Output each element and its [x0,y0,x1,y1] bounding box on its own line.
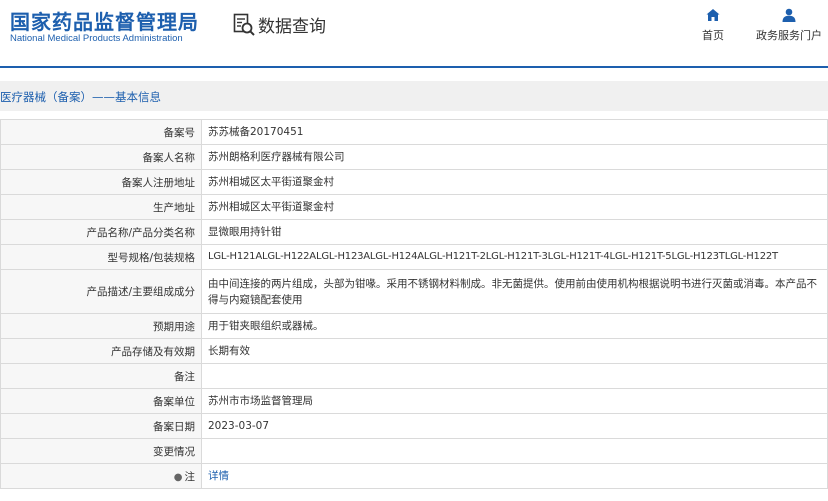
row-label: 预期用途 [0,313,202,339]
table-row: 预期用途 用于钳夹眼组织或器械。 [0,313,828,339]
table-row: 备案人名称 苏州朗格利医疗器械有限公司 [0,144,828,170]
row-value: 2023-03-07 [201,413,828,439]
row-label: 备案日期 [0,413,202,439]
basic-info-table: 备案号 苏苏械备20170451 备案人名称 苏州朗格利医疗器械有限公司 备案人… [0,119,828,489]
logo-title[interactable]: 国家药品监督管理局 [10,6,199,35]
data-query-label: 数据查询 [258,17,326,37]
home-icon [706,9,720,21]
row-label: 生产地址 [0,194,202,220]
site-header: 国家药品监督管理局 National Medical Products Admi… [0,0,828,68]
row-value: 苏州朗格利医疗器械有限公司 [201,144,828,170]
row-label: 注 [184,470,196,483]
table-row: 备案号 苏苏械备20170451 [0,119,828,145]
table-row: 备案单位 苏州市市场监督管理局 [0,388,828,414]
row-label: 备注 [0,363,202,389]
table-row: 变更情况 [0,438,828,464]
nav-home-link[interactable]: 首页 [700,8,726,43]
table-row: ● 注 详情 [0,463,828,489]
row-label: 产品描述/主要组成成分 [0,269,202,314]
user-icon [782,8,796,22]
nav-service-portal-link[interactable]: 政务服务门户 [756,8,822,43]
row-label: 备案人名称 [0,144,202,170]
row-value: 由中间连接的两片组成，头部为钳喙。采用不锈钢材料制成。非无菌提供。使用前由使用机… [201,269,828,314]
row-value: 显微眼用持针钳 [201,219,828,245]
table-row: 型号规格/包装规格 LGL-H121ALGL-H122ALGL-H123ALGL… [0,244,828,270]
row-value [201,363,828,389]
row-value [201,438,828,464]
row-label: 型号规格/包装规格 [0,244,202,270]
row-value: 用于钳夹眼组织或器械。 [201,313,828,339]
table-row: 产品存储及有效期 长期有效 [0,338,828,364]
row-label: 备案号 [0,119,202,145]
table-row: 产品名称/产品分类名称 显微眼用持针钳 [0,219,828,245]
row-label: 变更情况 [0,438,202,464]
table-row: 备注 [0,363,828,389]
row-label: 产品存储及有效期 [0,338,202,364]
row-value: 苏苏械备20170451 [201,119,828,145]
table-row: 生产地址 苏州相城区太平街道聚金村 [0,194,828,220]
row-value: 苏州相城区太平街道聚金村 [201,169,828,195]
row-label: 产品名称/产品分类名称 [0,219,202,245]
details-link[interactable]: 详情 [201,463,828,489]
note-label-cell: ● 注 [0,463,202,489]
search-document-icon [233,13,255,36]
row-value: 长期有效 [201,338,828,364]
breadcrumb: 医疗器械（备案）——基本信息 [0,81,828,111]
row-label: 备案人注册地址 [0,169,202,195]
table-row: 产品描述/主要组成成分 由中间连接的两片组成，头部为钳喙。采用不锈钢材料制成。非… [0,269,828,314]
table-row: 备案日期 2023-03-07 [0,413,828,439]
row-value: 苏州相城区太平街道聚金村 [201,194,828,220]
nav-home-label: 首页 [702,29,724,42]
row-label: 备案单位 [0,388,202,414]
row-value: 苏州市市场监督管理局 [201,388,828,414]
logo-subtitle: National Medical Products Administration [10,33,183,44]
nav-service-label: 政务服务门户 [756,29,822,42]
breadcrumb-text: 医疗器械（备案）——基本信息 [0,90,161,104]
location-pin-icon: ● [173,471,183,483]
table-row: 备案人注册地址 苏州相城区太平街道聚金村 [0,169,828,195]
data-query-title: 数据查询 [233,12,326,37]
row-value: LGL-H121ALGL-H122ALGL-H123ALGL-H124ALGL-… [201,244,828,270]
